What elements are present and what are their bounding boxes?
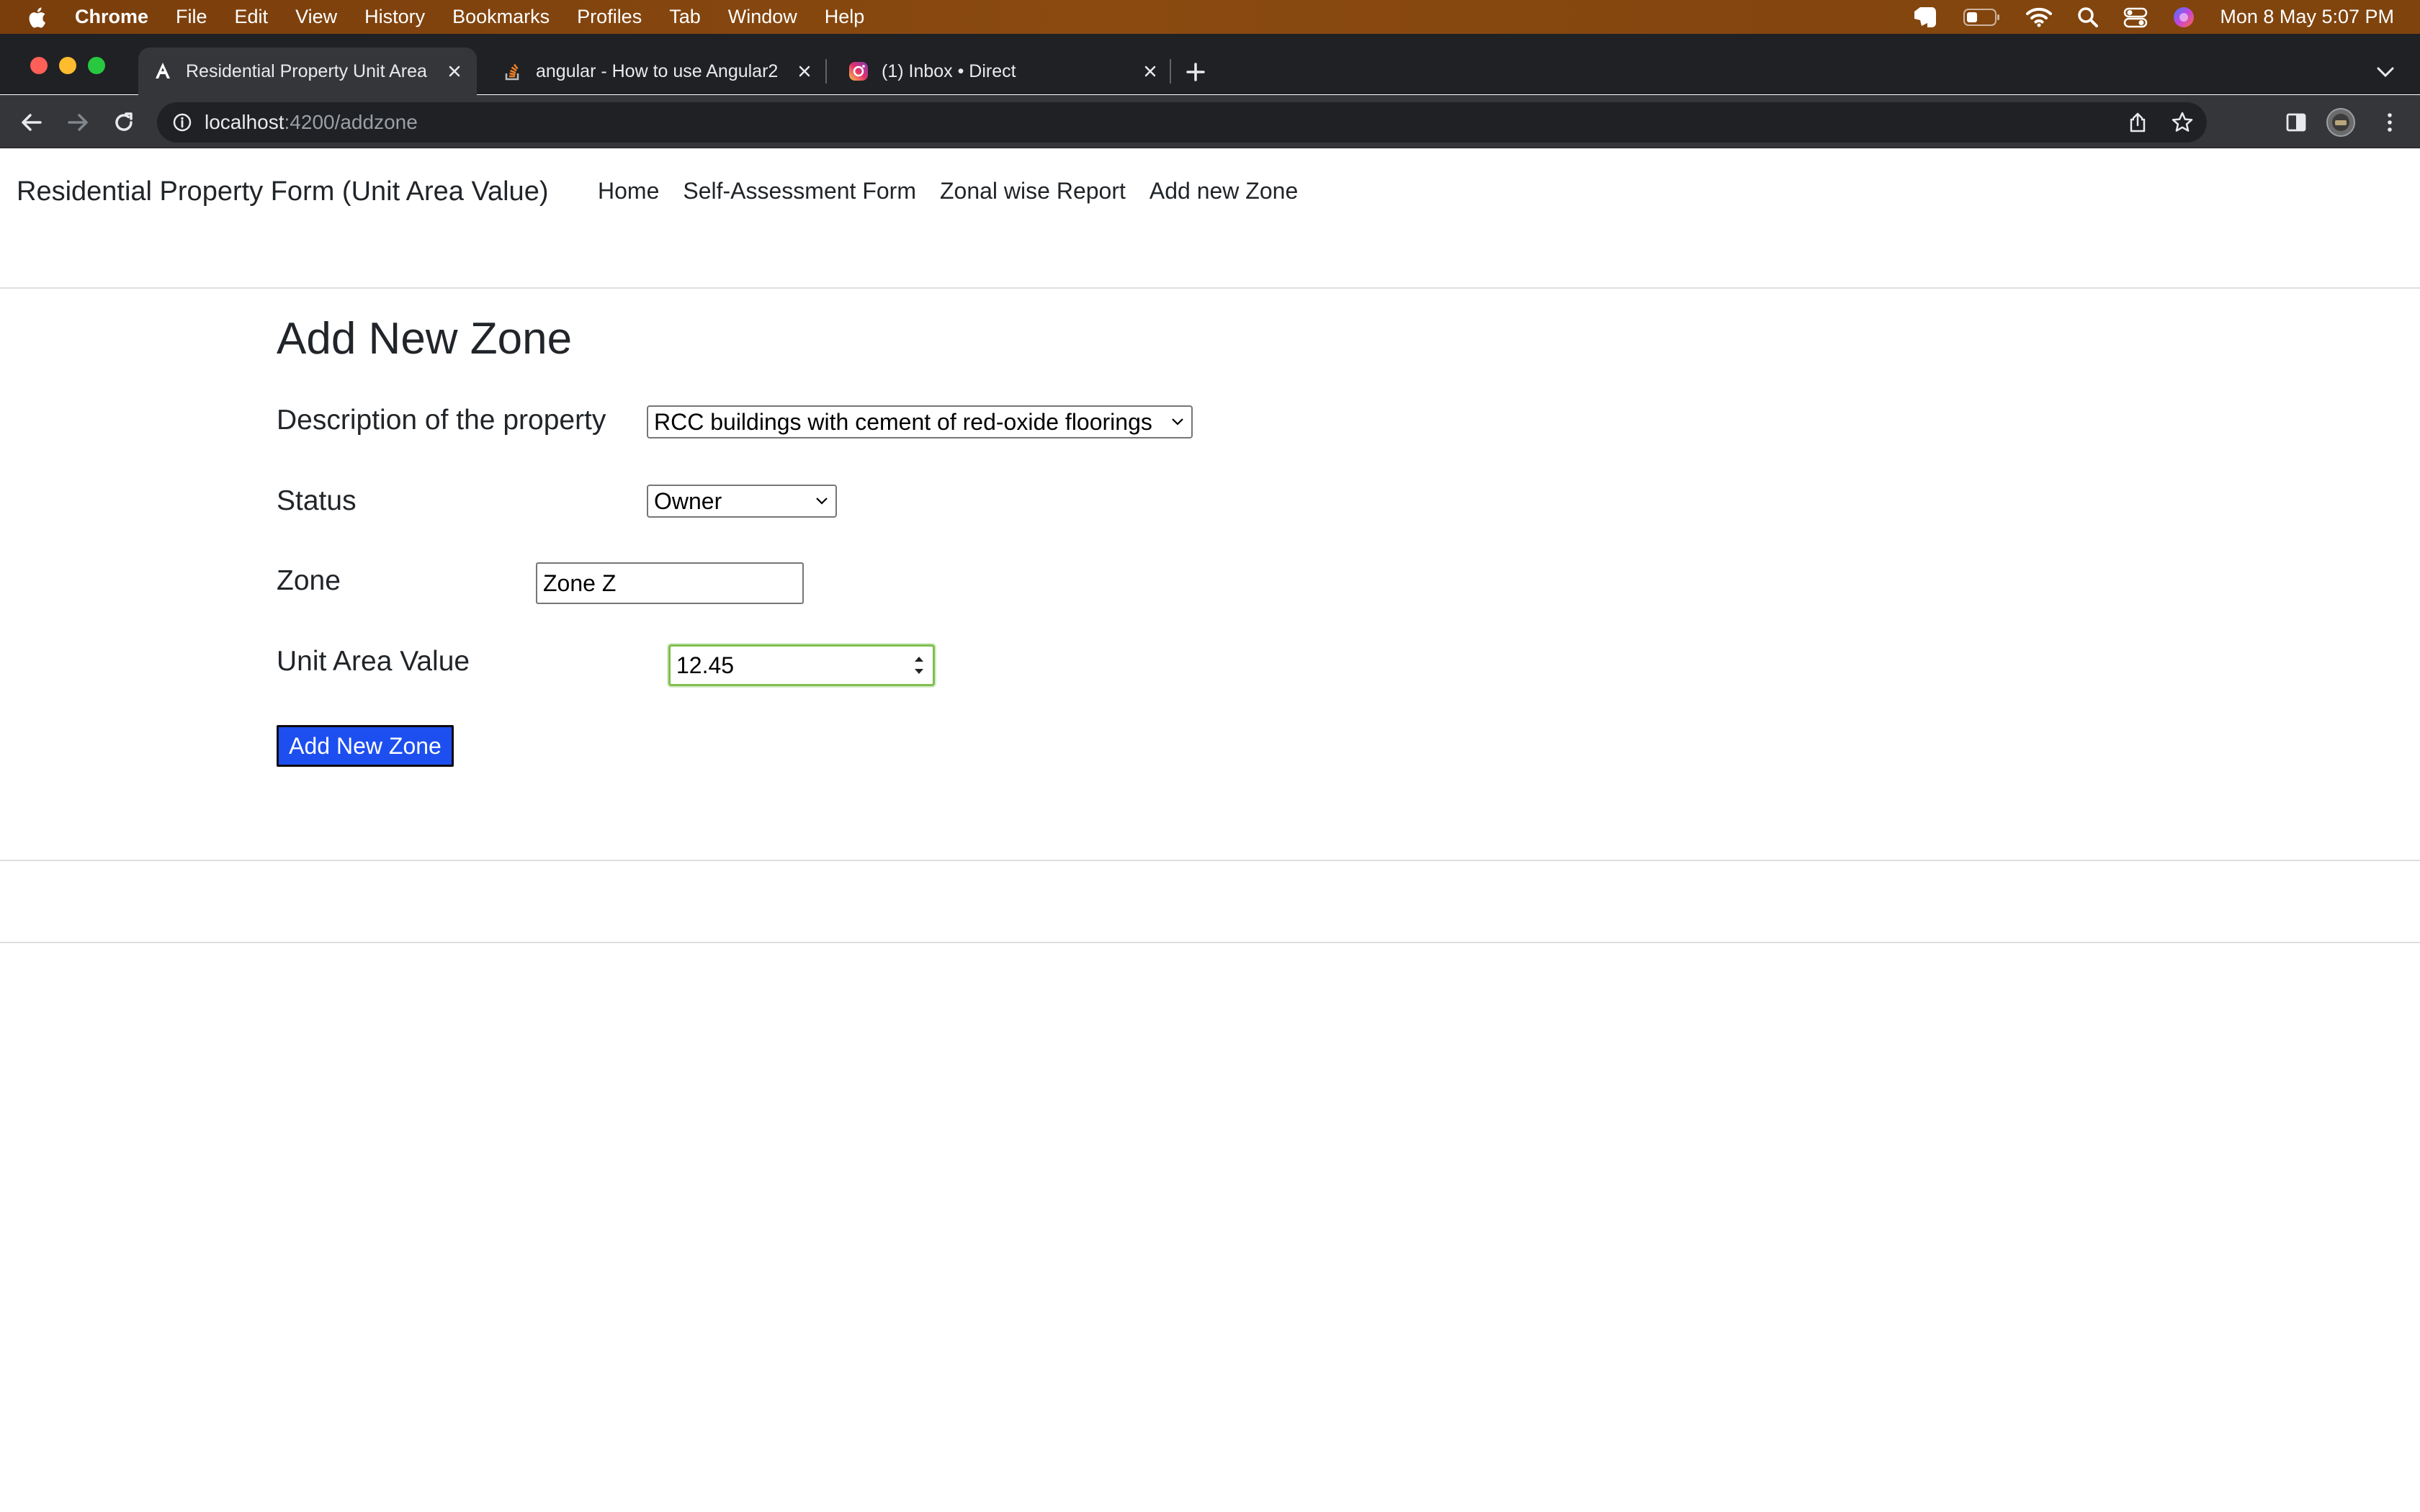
close-tab-icon[interactable] xyxy=(442,59,467,84)
menu-view[interactable]: View xyxy=(295,6,337,28)
divider xyxy=(0,942,2420,943)
macos-menu-bar: Chrome File Edit View History Bookmarks … xyxy=(0,0,2420,34)
profile-avatar[interactable] xyxy=(2326,108,2355,137)
nav-link-self-assessment-form[interactable]: Self-Assessment Form xyxy=(683,178,916,204)
menu-file[interactable]: File xyxy=(176,6,207,28)
menu-tab[interactable]: Tab xyxy=(669,6,701,28)
browser-menu-icon[interactable] xyxy=(2375,108,2404,137)
zone-label: Zone xyxy=(277,565,341,596)
browser-tab[interactable]: (1) Inbox • Direct xyxy=(834,48,1173,95)
navbar-brand[interactable]: Residential Property Form (Unit Area Val… xyxy=(17,176,548,207)
share-icon[interactable] xyxy=(2126,111,2149,134)
site-info-icon[interactable] xyxy=(171,112,193,133)
close-window-button[interactable] xyxy=(30,57,48,74)
angular-icon xyxy=(153,61,173,81)
chevron-down-icon xyxy=(816,498,828,505)
evernote-icon[interactable] xyxy=(1910,0,1939,34)
zone-input-value: Zone Z xyxy=(543,570,617,596)
menu-edit[interactable]: Edit xyxy=(235,6,269,28)
stackoverflow-icon xyxy=(503,61,523,81)
browser-tab-active[interactable]: Residential Property Unit Area xyxy=(138,48,477,95)
minimize-window-button[interactable] xyxy=(59,57,76,74)
tab-title: (1) Inbox • Direct xyxy=(882,60,1016,81)
menu-profiles[interactable]: Profiles xyxy=(577,6,642,28)
address-bar[interactable]: localhost:4200/addzone xyxy=(157,102,2207,143)
add-new-zone-button[interactable]: Add New Zone xyxy=(277,725,454,767)
description-select-value: RCC buildings with cement of red-oxide f… xyxy=(654,408,1152,435)
browser-tab[interactable]: angular - How to use Angular2 xyxy=(488,48,827,95)
number-spinner-icon[interactable] xyxy=(911,649,927,681)
instagram-icon xyxy=(848,61,869,81)
divider xyxy=(0,287,2420,289)
menu-help[interactable]: Help xyxy=(825,6,865,28)
close-tab-icon[interactable] xyxy=(792,59,817,84)
nav-link-add-new-zone[interactable]: Add new Zone xyxy=(1150,178,1298,204)
description-select[interactable]: RCC buildings with cement of red-oxide f… xyxy=(647,405,1193,438)
url-host: localhost xyxy=(205,111,284,133)
tab-search-chevron-icon[interactable] xyxy=(2372,59,2398,85)
unit-area-value-input[interactable]: 12.45 xyxy=(668,644,935,686)
new-tab-button[interactable] xyxy=(1181,58,1210,86)
back-arrow-icon[interactable] xyxy=(17,108,46,137)
zone-input[interactable]: Zone Z xyxy=(536,562,804,604)
status-label: Status xyxy=(277,485,357,516)
url-path: :4200/addzone xyxy=(284,111,418,133)
status-select-value: Owner xyxy=(654,487,722,514)
wifi-icon[interactable] xyxy=(2025,0,2053,34)
web-page: Residential Property Form (Unit Area Val… xyxy=(0,149,2420,1512)
chevron-down-icon xyxy=(1172,418,1183,426)
tab-separator xyxy=(825,59,827,84)
divider xyxy=(0,860,2420,861)
spotlight-search-icon[interactable] xyxy=(2077,0,2099,34)
menu-window[interactable]: Window xyxy=(728,6,797,28)
site-navbar: Residential Property Form (Unit Area Val… xyxy=(0,149,2420,287)
status-select[interactable]: Owner xyxy=(647,485,837,518)
apple-icon[interactable] xyxy=(27,5,49,30)
menu-bar-clock[interactable]: Mon 8 May 5:07 PM xyxy=(2220,6,2394,28)
tab-title: angular - How to use Angular2 xyxy=(536,60,779,81)
menu-app-name[interactable]: Chrome xyxy=(75,6,148,28)
unit-area-value-label: Unit Area Value xyxy=(277,646,470,677)
menu-history[interactable]: History xyxy=(364,6,425,28)
zoom-window-button[interactable] xyxy=(88,57,105,74)
side-panel-icon[interactable] xyxy=(2282,108,2311,137)
nav-link-home[interactable]: Home xyxy=(598,178,659,204)
description-label: Description of the property xyxy=(277,405,606,436)
battery-icon[interactable] xyxy=(1963,0,2001,34)
close-tab-icon[interactable] xyxy=(1138,59,1162,84)
tab-separator xyxy=(1170,59,1171,84)
unit-area-value-input-value: 12.45 xyxy=(676,652,735,678)
reload-icon[interactable] xyxy=(109,108,138,137)
forward-arrow-icon[interactable] xyxy=(63,108,92,137)
siri-icon[interactable] xyxy=(2172,0,2195,34)
control-center-icon[interactable] xyxy=(2123,0,2148,34)
bookmark-star-icon[interactable] xyxy=(2169,109,2195,135)
url-text[interactable]: localhost:4200/addzone xyxy=(205,111,418,134)
menu-bookmarks[interactable]: Bookmarks xyxy=(452,6,550,28)
nav-links: Home Self-Assessment Form Zonal wise Rep… xyxy=(598,178,1322,204)
page-title: Add New Zone xyxy=(277,314,573,364)
nav-link-zonal-wise-report[interactable]: Zonal wise Report xyxy=(940,178,1126,204)
tab-title: Residential Property Unit Area xyxy=(186,60,427,81)
